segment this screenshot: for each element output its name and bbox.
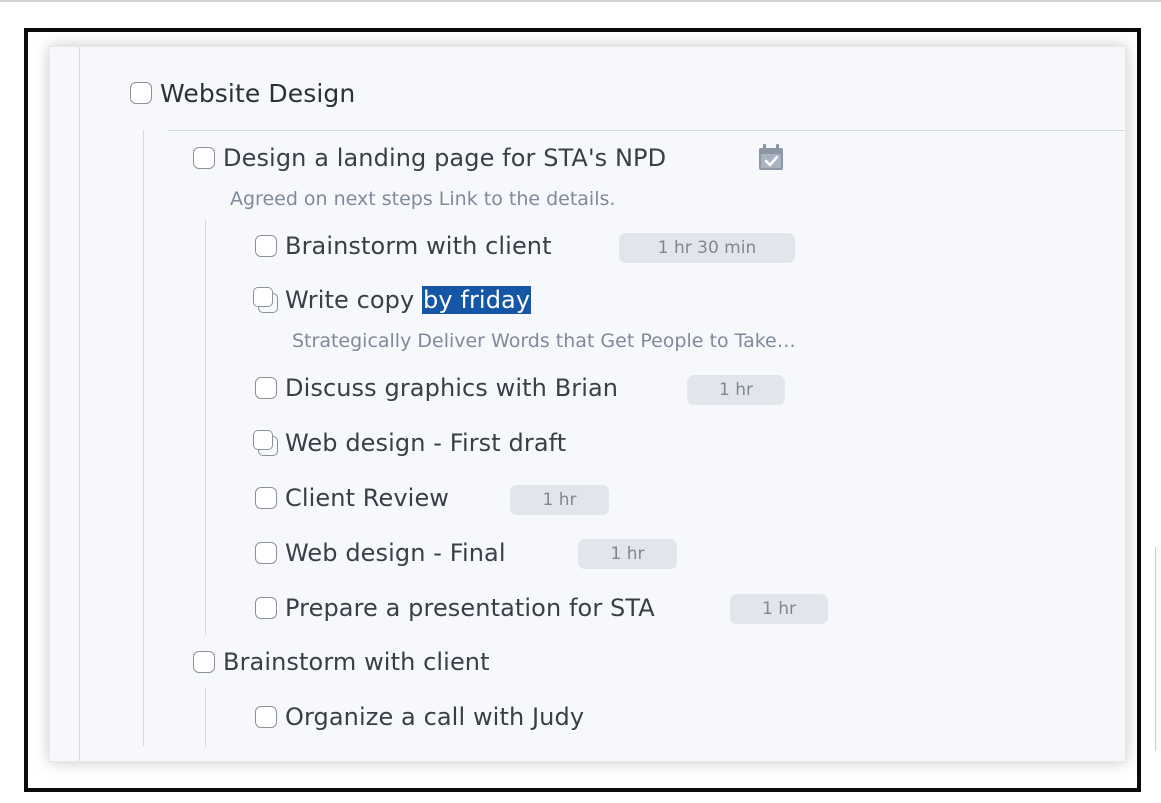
top-divider <box>0 0 1161 2</box>
task-row-web-final: Web design - Final <box>255 533 506 573</box>
project-title[interactable]: Website Design <box>160 79 355 108</box>
task-note-write-copy[interactable]: Strategically Deliver Words that Get Peo… <box>292 330 796 352</box>
project-row: Website Design <box>130 73 355 113</box>
duration-badge[interactable]: 1 hr 30 min <box>619 233 795 263</box>
duration-badge[interactable]: 1 hr <box>687 375 785 405</box>
task-title[interactable]: Write copy by friday <box>285 286 532 314</box>
task-title-text: Write copy <box>285 286 423 314</box>
task-title[interactable]: Prepare a presentation for STA <box>285 594 655 622</box>
task-checkbox[interactable] <box>255 597 277 619</box>
task-title[interactable]: Design a landing page for STA's NPD <box>223 144 666 172</box>
subtasks-checkbox-icon[interactable] <box>253 430 279 456</box>
task-title[interactable]: Brainstorm with client <box>223 648 490 676</box>
task-row-presentation: Prepare a presentation for STA <box>255 588 655 628</box>
task-row-web-first-draft: Web design - First draft <box>253 423 566 463</box>
task-row-write-copy: Write copy by friday <box>253 280 532 320</box>
project-checkbox[interactable] <box>130 82 152 104</box>
task-row-brainstorm-client: Brainstorm with client <box>255 226 552 266</box>
task-checkbox[interactable] <box>255 542 277 564</box>
duration-badge[interactable]: 1 hr <box>578 539 677 569</box>
task-checkbox[interactable] <box>255 487 277 509</box>
subtasks-checkbox-icon[interactable] <box>253 287 279 313</box>
task-row-brainstorm-group: Brainstorm with client <box>193 642 490 682</box>
task-checkbox[interactable] <box>255 377 277 399</box>
outer-indent-guide <box>79 47 80 761</box>
duration-badge[interactable]: 1 hr <box>730 594 828 624</box>
brainstorm-subtasks-guide <box>205 687 206 747</box>
duration-badge[interactable]: 1 hr <box>510 485 609 515</box>
task-checkbox[interactable] <box>255 235 277 257</box>
task-row-client-review: Client Review <box>255 478 449 518</box>
task-title[interactable]: Web design - First draft <box>285 429 566 457</box>
project-divider <box>168 130 1125 131</box>
task-title[interactable]: Brainstorm with client <box>285 232 552 260</box>
task-note-landing[interactable]: Agreed on next steps Link to the details… <box>230 188 615 210</box>
task-title[interactable]: Discuss graphics with Brian <box>285 374 618 402</box>
task-row-organize-call: Organize a call with Judy <box>255 697 584 737</box>
task-title[interactable]: Organize a call with Judy <box>285 703 584 731</box>
task-checkbox[interactable] <box>193 147 215 169</box>
task-title[interactable]: Client Review <box>285 484 449 512</box>
task-checkbox[interactable] <box>193 651 215 673</box>
landing-subtasks-guide <box>205 219 206 635</box>
offscreen-panel-edge <box>1155 547 1161 751</box>
selected-text-highlight[interactable]: by friday <box>422 286 532 314</box>
task-row-landing: Design a landing page for STA's NPD <box>193 138 666 178</box>
task-row-discuss-graphics: Discuss graphics with Brian <box>255 368 618 408</box>
task-checkbox[interactable] <box>255 706 277 728</box>
task-title[interactable]: Web design - Final <box>285 539 506 567</box>
project-indent-guide <box>143 130 144 746</box>
task-list-panel: Website Design Design a landing page for… <box>49 46 1126 762</box>
calendar-check-icon[interactable] <box>757 142 785 172</box>
